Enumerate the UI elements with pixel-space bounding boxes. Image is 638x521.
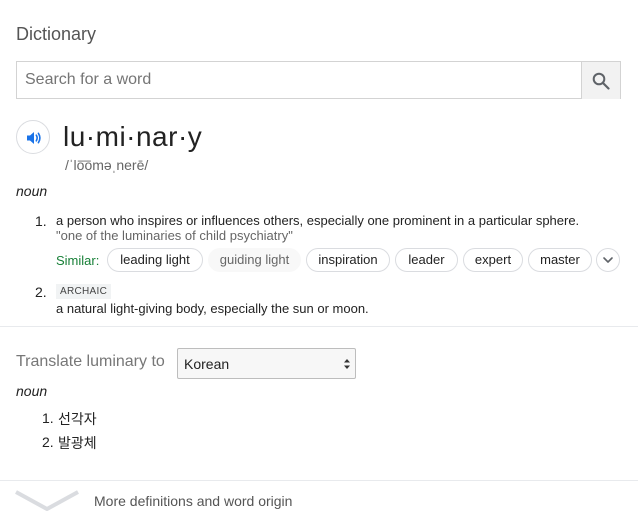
similar-chip[interactable]: leading light xyxy=(107,248,203,272)
translation-number: 1. xyxy=(42,410,54,426)
divider xyxy=(0,480,638,481)
search-button[interactable] xyxy=(581,62,620,99)
search-input[interactable] xyxy=(17,62,581,98)
definition-example: "one of the luminaries of child psychiat… xyxy=(56,228,293,243)
chevron-down-icon xyxy=(15,490,79,511)
definition-number: 1. xyxy=(35,213,47,229)
similar-chip[interactable]: leader xyxy=(395,248,458,272)
more-definitions-link[interactable]: More definitions and word origin xyxy=(94,493,292,509)
language-select[interactable]: Korean xyxy=(177,348,356,379)
translation-text: 발광체 xyxy=(58,436,97,452)
similar-chip[interactable]: guiding light xyxy=(208,248,301,272)
usage-tag: ARCHAIC xyxy=(56,284,112,299)
definition-text: a person who inspires or influences othe… xyxy=(56,213,580,228)
search-box xyxy=(16,61,621,99)
divider xyxy=(0,326,638,327)
chevron-down-icon xyxy=(603,257,613,263)
select-arrows-icon xyxy=(344,359,350,369)
translation-text: 선각자 xyxy=(58,412,97,428)
similar-chip[interactable]: master xyxy=(528,248,592,272)
translation-number: 2. xyxy=(42,434,54,450)
similar-label: Similar: xyxy=(56,253,100,268)
pronunciation-button[interactable] xyxy=(16,120,50,154)
expand-more-button[interactable] xyxy=(14,490,80,517)
search-icon xyxy=(592,72,610,90)
headword: lu·mi·nar·y xyxy=(63,121,203,152)
phonetic: /ˈlo͞oməˌnerē/ xyxy=(65,157,149,173)
similar-chip[interactable]: expert xyxy=(463,248,523,272)
part-of-speech: noun xyxy=(16,183,48,199)
translate-part-of-speech: noun xyxy=(16,383,48,399)
card-title: Dictionary xyxy=(16,24,97,44)
translate-label: Translate luminary to xyxy=(16,353,165,370)
dictionary-card: Dictionary lu·mi·nar·y /ˈlo͞oməˌnerē/ no… xyxy=(0,0,638,521)
definition-text: a natural light-giving body, especially … xyxy=(56,301,369,316)
language-select-value: Korean xyxy=(184,356,230,372)
similar-chip[interactable]: inspiration xyxy=(306,248,390,272)
speaker-icon xyxy=(27,132,41,144)
definition-number: 2. xyxy=(35,284,47,300)
expand-similar-button[interactable] xyxy=(596,248,620,272)
